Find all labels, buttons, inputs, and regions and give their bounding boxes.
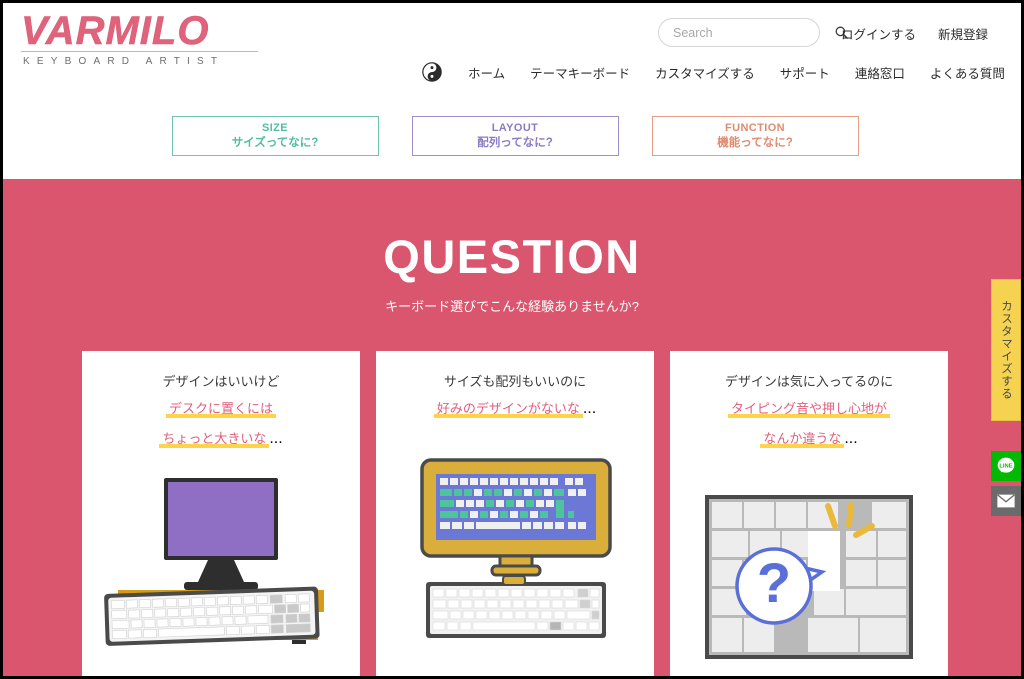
nav-item-themes[interactable]: テーマキーボード (530, 63, 630, 82)
brand-name: VARMILO (21, 9, 210, 53)
card-1-line-plain: デザインはいいけど (162, 374, 280, 389)
question-card-list: デザインはいいけど デスクに置くには ちょっと大きいな... サイズも配列もいい… (3, 351, 1021, 676)
nav-item-home[interactable]: ホーム (468, 63, 505, 82)
question-card[interactable]: デザインはいいけど デスクに置くには ちょっと大きいな... (82, 351, 360, 676)
nav-item-customize[interactable]: カスタマイズする (655, 63, 755, 82)
category-function-en: FUNCTION (724, 121, 786, 134)
desktop-monitor-keyboard-icon (104, 478, 324, 646)
floating-side-rail: カスタマイズする LINE (991, 279, 1021, 516)
question-card[interactable]: サイズも配列もいいのに 好みのデザインがないな... (376, 351, 654, 676)
card-2-illustration (376, 442, 654, 673)
category-layout-en: LAYOUT (491, 121, 539, 134)
brand-logo[interactable]: VARMILO KEYBOARD ARTIST (21, 10, 271, 67)
card-3-line-plain: デザインは気に入ってるのに (724, 374, 894, 389)
side-line-button[interactable]: LINE (991, 451, 1021, 481)
search-input[interactable] (673, 25, 834, 40)
mail-icon (997, 494, 1015, 508)
card-3-illustration: ? (670, 472, 948, 674)
svg-text:?: ? (757, 551, 791, 614)
page-root: VARMILO KEYBOARD ARTIST ログインする 新規登録 ホー (0, 0, 1024, 679)
brand-tagline: KEYBOARD ARTIST (23, 56, 225, 67)
nav-item-faq[interactable]: よくある質問 (930, 63, 1005, 82)
category-button-size[interactable]: SIZE サイズってなに? (171, 116, 379, 156)
card-3-tail: ... (844, 430, 858, 447)
search-box[interactable] (658, 18, 848, 47)
keyboard-question-bubble-icon: ? (705, 495, 913, 659)
card-1-line-hl-1: デスクに置くには (165, 402, 276, 418)
login-link[interactable]: ログインする (841, 24, 916, 43)
globe-icon[interactable] (421, 61, 443, 83)
card-2-line-plain: サイズも配列もいいのに (443, 374, 587, 389)
card-2-text: サイズも配列もいいのに 好みのデザインがないな... (376, 375, 654, 430)
category-size-jp: サイズってなに? (231, 136, 319, 149)
category-layout-jp: 配列ってなに? (477, 136, 553, 149)
category-function-jp: 機能ってなに? (717, 136, 793, 149)
register-link[interactable]: 新規登録 (938, 24, 988, 43)
hero-title: QUESTION (383, 230, 641, 283)
card-3-line-hl-1: タイピング音や押し心地が (727, 402, 890, 418)
hero-subtitle: キーボード選びでこんな経験ありませんか? (385, 299, 639, 314)
side-customize-tab[interactable]: カスタマイズする (991, 279, 1021, 421)
card-3-text: デザインは気に入ってるのに タイピング音や押し心地が なんか違うな... (670, 375, 948, 460)
side-mail-button[interactable] (991, 486, 1021, 516)
category-button-group: SIZE サイズってなに? LAYOUT 配列ってなに? FUNCTION 機能… (3, 116, 1021, 156)
site-header: VARMILO KEYBOARD ARTIST ログインする 新規登録 ホー (3, 3, 1021, 179)
auth-links: ログインする 新規登録 (841, 24, 988, 43)
question-card[interactable]: デザインは気に入ってるのに タイピング音や押し心地が なんか違うな... ? (670, 351, 948, 676)
category-button-layout[interactable]: LAYOUT 配列ってなに? (411, 116, 619, 156)
card-2-line-hl-1: 好みのデザインがないな (433, 402, 583, 418)
nav-item-support[interactable]: サポート (780, 63, 830, 82)
nav-item-contact[interactable]: 連絡窓口 (855, 63, 905, 82)
card-1-line-hl-2: ちょっと大きいな (159, 432, 270, 448)
card-1-illustration (82, 472, 360, 672)
svg-text:LINE: LINE (999, 464, 1012, 470)
card-3-line-hl-2: なんか違うな (760, 432, 845, 448)
card-1-text: デザインはいいけど デスクに置くには ちょっと大きいな... (82, 375, 360, 460)
monitor-layout-keyboard-icon (419, 458, 612, 638)
category-button-function[interactable]: FUNCTION 機能ってなに? (651, 116, 859, 156)
card-1-tail: ... (269, 430, 283, 447)
card-2-tail: ... (582, 400, 597, 417)
main-navigation: ホーム テーマキーボード カスタマイズする サポート 連絡窓口 よくある質問 (421, 61, 1005, 83)
line-chat-icon: LINE (997, 457, 1015, 473)
question-hero-section: QUESTION キーボード選びでこんな経験ありませんか? デザインはいいけど … (3, 179, 1021, 676)
category-size-en: SIZE (261, 121, 289, 134)
